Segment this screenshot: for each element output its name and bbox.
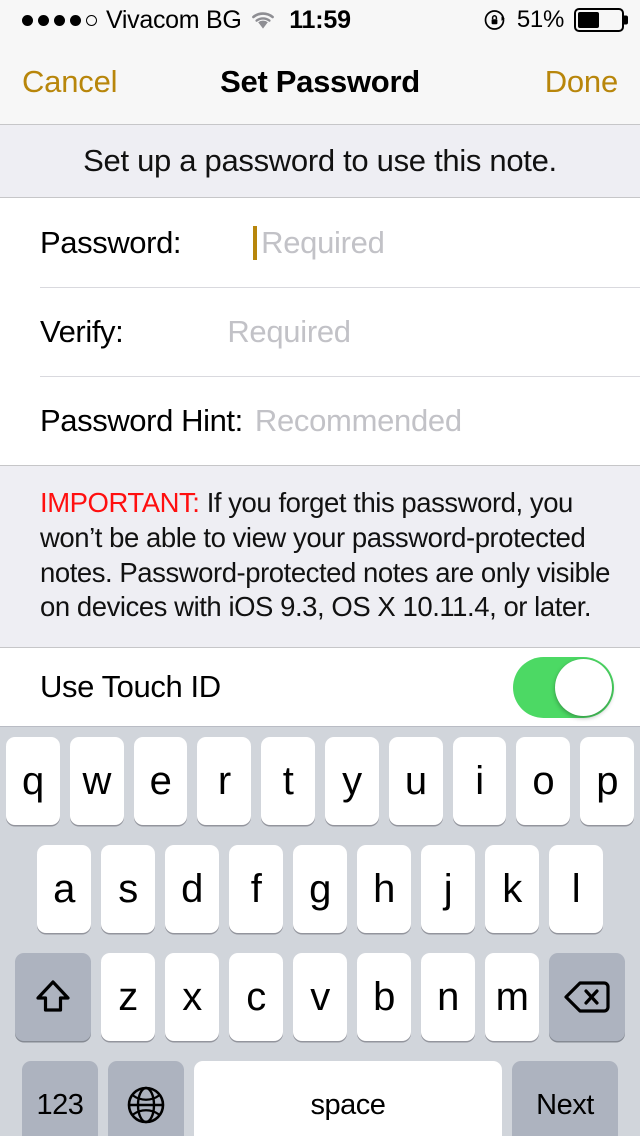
text-caret [253,225,258,260]
navigation-bar: Cancel Set Password Done [0,40,640,125]
shift-icon [33,977,73,1017]
key-q[interactable]: q [6,737,60,826]
globe-key[interactable] [108,1061,184,1136]
key-g[interactable]: g [293,845,347,934]
key-f[interactable]: f [229,845,283,934]
warning-text: IMPORTANT: If you forget this password, … [40,486,624,625]
key-a[interactable]: a [37,845,91,934]
touch-id-label: Use Touch ID [40,669,221,705]
password-form-group: Password: Required Verify: Required Pass… [0,198,640,466]
password-label: Password: [40,224,182,260]
password-hint-row[interactable]: Password Hint: Recommended [0,376,640,465]
key-p[interactable]: p [580,737,634,826]
key-y[interactable]: y [325,737,379,826]
space-key[interactable]: space [194,1061,502,1136]
password-hint-label: Password Hint: [40,402,243,438]
key-c[interactable]: c [229,953,283,1042]
status-bar-clock: 11:59 [289,5,351,34]
battery-fill [578,12,600,28]
key-v[interactable]: v [293,953,347,1042]
password-row[interactable]: Password: Required [0,198,640,287]
verify-placeholder: Required [227,313,351,349]
key-w[interactable]: w [69,737,124,826]
section-header-text: Set up a password to use this note. [83,143,557,178]
onscreen-keyboard: qwertyuiop asdfghjkl zxcvbnm 123 space N… [0,726,640,1136]
key-k[interactable]: k [485,845,539,934]
battery-icon [574,8,624,32]
key-x[interactable]: x [165,953,219,1042]
toggle-knob [555,658,612,716]
key-i[interactable]: i [452,737,507,826]
keyboard-row-2: asdfghjkl [0,845,640,934]
key-n[interactable]: n [421,953,475,1042]
key-l[interactable]: l [549,845,603,934]
numbers-key[interactable]: 123 [22,1061,98,1136]
key-d[interactable]: d [165,845,219,934]
password-input[interactable]: Required [253,198,640,287]
keyboard-row-3: zxcvbnm [0,953,640,1042]
globe-icon [125,1084,167,1126]
key-o[interactable]: o [516,737,571,826]
key-j[interactable]: j [421,845,475,934]
key-s[interactable]: s [101,845,155,934]
verify-row[interactable]: Verify: Required [0,287,640,376]
keyboard-row-3-letters: zxcvbnm [101,953,539,1042]
backspace-icon [564,980,610,1014]
password-hint-input[interactable]: Recommended [255,376,640,465]
status-bar: Vivacom BG 11:59 51% [0,0,640,40]
cancel-button[interactable]: Cancel [22,64,117,100]
key-e[interactable]: e [133,737,188,826]
verify-input[interactable]: Required [227,287,640,376]
touch-id-row[interactable]: Use Touch ID [0,648,640,727]
password-placeholder: Required [261,224,385,260]
key-h[interactable]: h [357,845,411,934]
shift-key[interactable] [15,953,91,1042]
important-warning: IMPORTANT: If you forget this password, … [0,466,640,649]
key-z[interactable]: z [101,953,155,1042]
warning-label: IMPORTANT: [40,487,200,518]
keyboard-row-4: 123 space Next [0,1061,640,1136]
return-key[interactable]: Next [512,1061,618,1136]
key-m[interactable]: m [485,953,539,1042]
password-hint-placeholder: Recommended [254,402,462,438]
backspace-key[interactable] [549,953,625,1042]
verify-label: Verify: [40,313,124,349]
phone-screen: Vivacom BG 11:59 51% Cancel Set Password… [0,0,640,1136]
section-header: Set up a password to use this note. [0,125,640,198]
keyboard-row-1: qwertyuiop [0,737,640,826]
touch-id-toggle[interactable] [513,656,614,718]
key-u[interactable]: u [388,737,443,826]
done-button[interactable]: Done [545,64,619,100]
key-r[interactable]: r [197,737,252,826]
key-b[interactable]: b [357,953,411,1042]
key-t[interactable]: t [261,737,315,826]
